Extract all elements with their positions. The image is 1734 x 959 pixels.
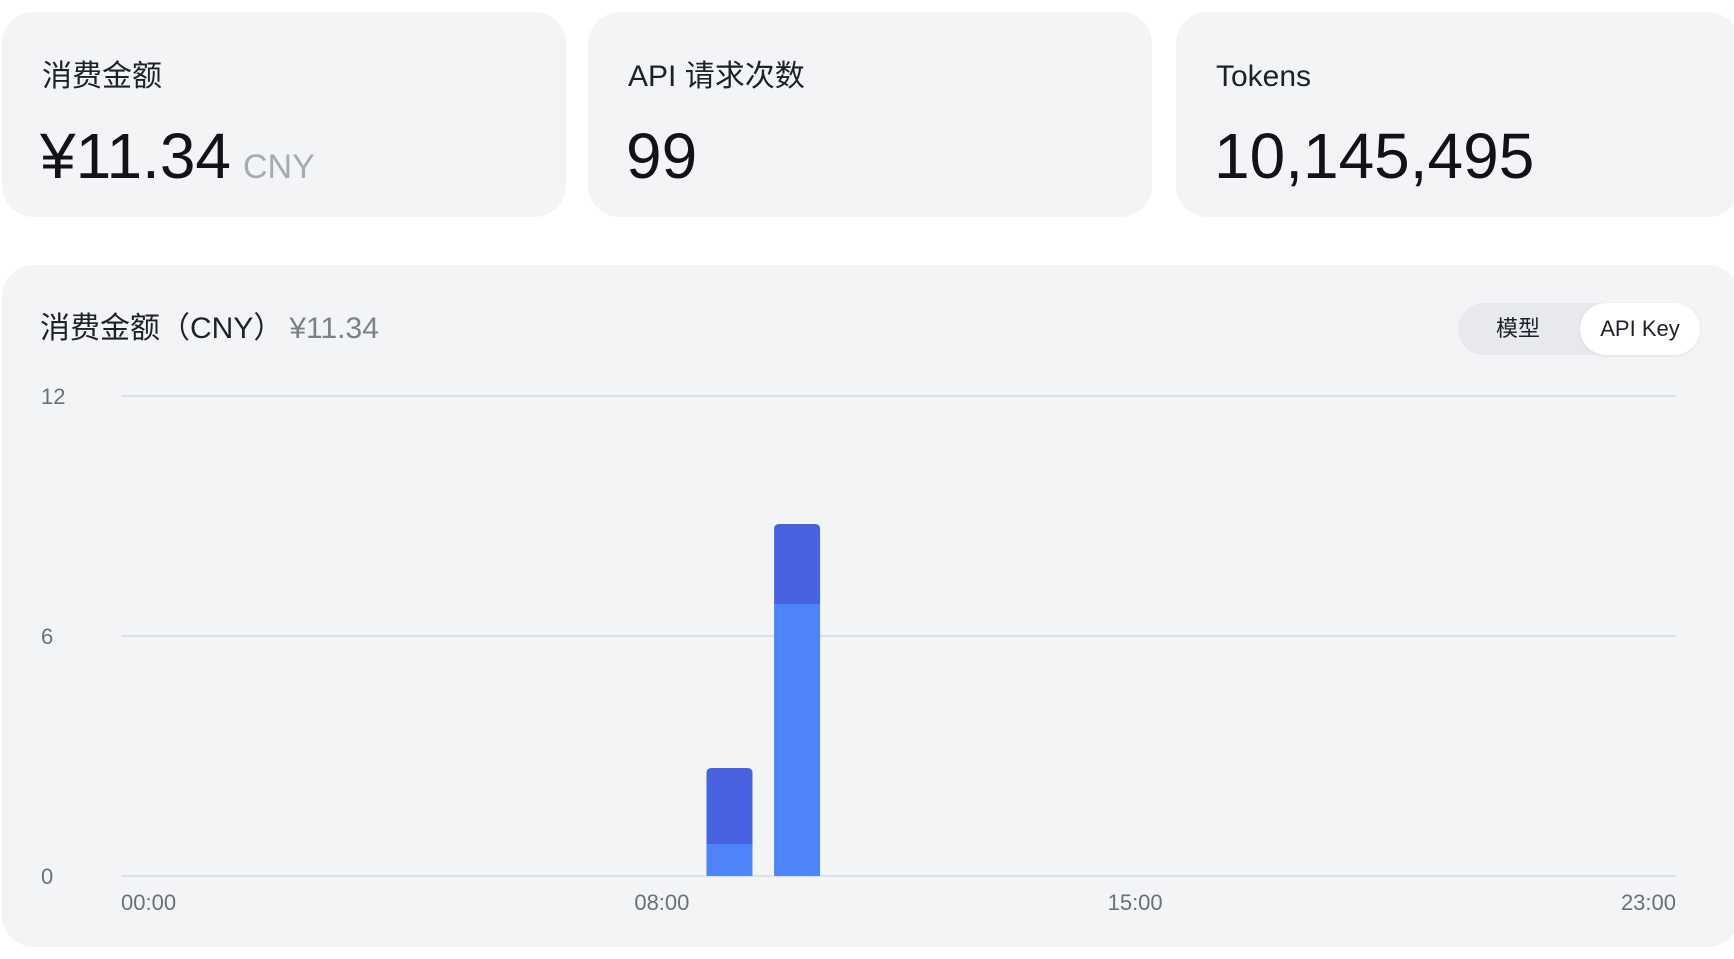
spend-chart-panel: [2, 265, 1734, 947]
stat-card-requests: API 请求次数 99: [588, 12, 1152, 217]
toggle-model-button[interactable]: 模型: [1458, 303, 1578, 355]
chart-total: ¥11.34: [289, 312, 379, 345]
stat-label-tokens: Tokens: [1216, 60, 1312, 93]
toggle-api-key-button[interactable]: API Key: [1580, 303, 1700, 355]
stat-value-tokens: 10,145,495: [1214, 120, 1535, 192]
chart-title-label: 消费金额（CNY）: [40, 312, 284, 345]
stat-card-tokens: Tokens 10,145,495: [1176, 12, 1734, 217]
stat-label-requests: API 请求次数: [628, 60, 805, 93]
spend-amount: ¥11.34: [40, 120, 231, 192]
stat-value-requests: 99: [626, 120, 698, 192]
spend-currency: CNY: [243, 148, 315, 186]
breakdown-toggle: 模型 API Key: [1458, 303, 1700, 355]
stat-value-spend: ¥11.34 CNY: [40, 124, 315, 188]
stat-label-spend: 消费金额: [42, 60, 162, 93]
chart-title: 消费金额（CNY） ¥11.34: [40, 314, 379, 344]
stat-card-spend: 消费金额 ¥11.34 CNY: [2, 12, 566, 217]
